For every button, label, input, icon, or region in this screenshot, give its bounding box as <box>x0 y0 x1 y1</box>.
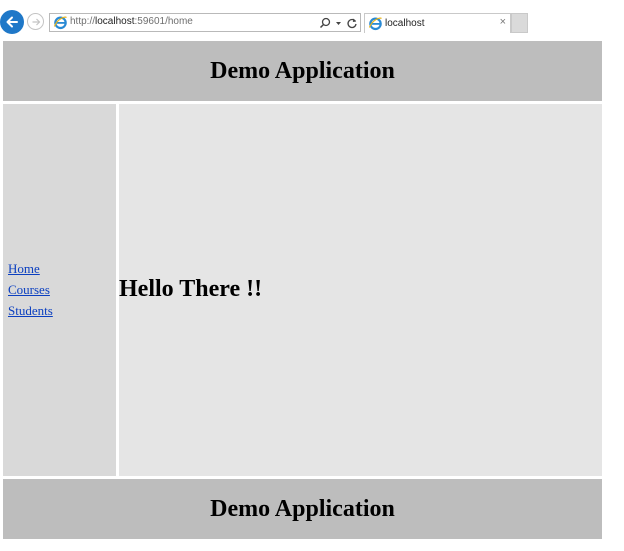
nav-list: Home Courses Students <box>8 261 53 324</box>
page-header: Demo Application <box>3 41 602 101</box>
forward-button[interactable] <box>27 13 44 30</box>
back-button[interactable] <box>0 10 24 34</box>
ie-logo-icon <box>53 15 68 30</box>
arrow-right-icon <box>32 18 40 25</box>
url-text: http://localhost:59601/home <box>70 16 193 27</box>
main-heading: Hello There !! <box>119 276 263 302</box>
page-footer: Demo Application <box>3 479 602 539</box>
nav-item-home: Home <box>8 261 53 282</box>
refresh-icon[interactable] <box>346 17 358 29</box>
address-bar[interactable]: http://localhost:59601/home <box>49 13 361 32</box>
nav-item-students: Students <box>8 303 53 324</box>
dropdown-arrow-icon[interactable] <box>335 17 342 29</box>
main-content: Hello There !! <box>119 104 602 476</box>
close-tab-icon[interactable]: × <box>500 16 506 28</box>
browser-toolbar: http://localhost:59601/home localhost × <box>0 0 624 38</box>
url-prefix: http:// <box>70 16 96 27</box>
url-path: :59601/home <box>134 16 193 27</box>
footer-title: Demo Application <box>210 495 395 522</box>
nav-link-courses[interactable]: Courses <box>8 282 50 297</box>
web-page: Demo Application Home Courses Students H… <box>3 41 602 539</box>
nav-item-courses: Courses <box>8 282 53 303</box>
nav-link-home[interactable]: Home <box>8 261 40 276</box>
ie-logo-icon <box>368 16 383 31</box>
search-icon[interactable] <box>319 17 331 29</box>
nav-link-students[interactable]: Students <box>8 303 53 318</box>
new-tab-button[interactable] <box>511 13 528 33</box>
tab-title: localhost <box>385 18 425 29</box>
header-title: Demo Application <box>210 57 395 84</box>
arrow-left-icon <box>6 16 18 28</box>
sidebar: Home Courses Students <box>3 104 116 476</box>
browser-tab[interactable]: localhost × <box>364 13 511 33</box>
address-actions <box>319 15 358 30</box>
url-host: localhost <box>95 16 135 27</box>
